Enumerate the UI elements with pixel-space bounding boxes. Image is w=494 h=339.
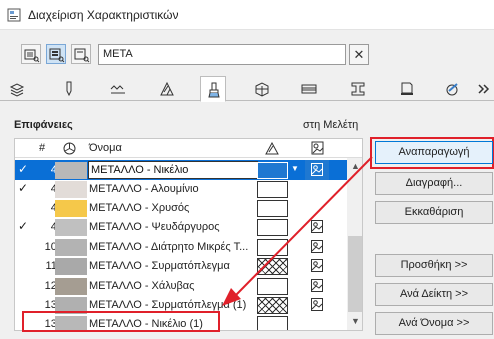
callout-arrow <box>222 156 373 306</box>
